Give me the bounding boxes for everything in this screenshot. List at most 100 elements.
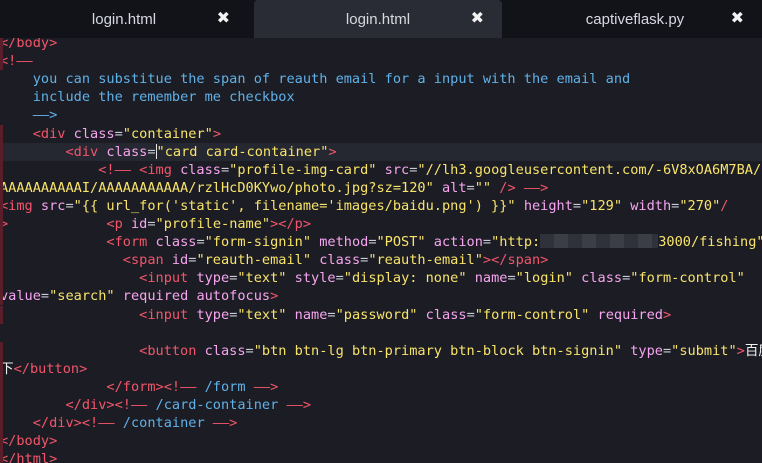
code-token: include the remember me checkbox bbox=[32, 89, 295, 106]
code-token: src bbox=[384, 161, 410, 178]
tab-1[interactable]: login.html ✖ bbox=[0, 0, 248, 38]
code-token: class bbox=[155, 234, 197, 251]
code-token: class bbox=[180, 161, 221, 178]
gutter-marker bbox=[0, 287, 3, 306]
tab-2[interactable]: login.html ✖ bbox=[254, 0, 502, 38]
gutter-marker bbox=[0, 450, 3, 463]
tab-label: captiveflask.py bbox=[585, 10, 685, 28]
code-token: "129" bbox=[581, 197, 631, 214]
gutter-marker bbox=[0, 196, 3, 215]
code-line[interactable]: <!—— bbox=[0, 52, 762, 71]
code-token: <div bbox=[65, 143, 107, 160]
code-line[interactable]: > <p id="profile-name"></p> bbox=[0, 215, 762, 233]
code-token: "profile-name" bbox=[155, 216, 271, 232]
code-line[interactable]: <!—— <img class="profile-img-card" src="… bbox=[0, 160, 762, 179]
code-token: action bbox=[433, 234, 483, 251]
tab-label: login.html bbox=[345, 10, 411, 28]
code-token: "reauth-email" bbox=[368, 252, 483, 269]
code-line[interactable]: 下</button> bbox=[0, 359, 762, 378]
code-line[interactable]: <input type="text" name="password" class… bbox=[0, 305, 762, 324]
code-line[interactable]: you can substitue the span of reauth ema… bbox=[0, 70, 762, 88]
code-line[interactable]: </body> bbox=[0, 432, 762, 451]
code-line[interactable]: </div><!—— /card-container ——> bbox=[0, 396, 762, 414]
gutter-marker bbox=[0, 124, 3, 143]
code-line[interactable]: <span id="reauth-email" class="reauth-em… bbox=[0, 251, 762, 270]
code-token: id bbox=[130, 216, 148, 232]
code-token: <p bbox=[106, 216, 131, 232]
code-token: value bbox=[0, 288, 41, 305]
code-token: "form-control" bbox=[474, 306, 598, 323]
code-token: ——> bbox=[245, 378, 279, 395]
code-token: = bbox=[114, 125, 123, 142]
code-token: > bbox=[736, 342, 745, 359]
gutter-marker bbox=[0, 38, 3, 52]
code-token: class bbox=[319, 252, 361, 269]
gutter-marker bbox=[0, 52, 3, 71]
code-line[interactable]: </html> bbox=[0, 450, 762, 463]
code-token: = bbox=[327, 306, 336, 323]
code-token: class bbox=[204, 342, 246, 359]
code-token: method bbox=[319, 234, 369, 251]
gutter-marker bbox=[0, 215, 3, 233]
code-token: src bbox=[40, 197, 66, 214]
code-token: "form-control" bbox=[630, 270, 745, 287]
gutter-marker bbox=[0, 269, 3, 288]
code-token: = bbox=[662, 342, 672, 359]
code-token: required bbox=[597, 306, 663, 323]
code-token: <!—— bbox=[114, 397, 156, 413]
code-token: = bbox=[220, 161, 230, 178]
close-icon[interactable]: ✖ bbox=[217, 10, 230, 26]
code-token: name bbox=[294, 306, 328, 323]
tab-3[interactable]: captiveflask.py ✖ bbox=[508, 0, 762, 38]
code-token: "profile-img-card" bbox=[229, 161, 385, 178]
close-icon[interactable]: ✖ bbox=[731, 10, 744, 26]
code-token: type bbox=[196, 270, 230, 287]
code-token: height bbox=[523, 197, 573, 214]
code-line[interactable]: <div class="container"> bbox=[0, 124, 762, 143]
current-code-line[interactable]: <div class="card card-container"> bbox=[0, 142, 762, 161]
code-line[interactable]: <form class="form-signin" method="POST" … bbox=[0, 233, 762, 252]
code-token: ——> bbox=[278, 397, 312, 413]
code-line[interactable]: ——> bbox=[0, 106, 762, 124]
code-token: "POST" bbox=[376, 234, 434, 251]
code-token: / bbox=[720, 197, 729, 214]
code-token: "search" bbox=[49, 288, 123, 305]
code-token: > bbox=[270, 288, 279, 305]
code-line[interactable]: include the remember me checkbox bbox=[0, 88, 762, 106]
code-token: = bbox=[466, 306, 475, 323]
code-line[interactable]: <img src="{{ url_for('static', filename=… bbox=[0, 196, 762, 215]
code-line[interactable]: <input type="text" style="display: none"… bbox=[0, 269, 762, 288]
code-line[interactable] bbox=[0, 324, 762, 342]
code-token: ——> bbox=[32, 107, 58, 124]
gutter-marker bbox=[0, 178, 3, 197]
code-line[interactable]: AAAAAAAAAAI/AAAAAAAAAAA/rzlHcD0KYwo/phot… bbox=[0, 178, 762, 197]
code-token: class bbox=[581, 270, 623, 287]
code-editor[interactable]: </body> <!—— you can substitue the span o… bbox=[0, 38, 762, 463]
code-line[interactable]: value="search" required autofocus> bbox=[0, 287, 762, 306]
code-token: /container bbox=[122, 415, 205, 432]
code-token: </form> bbox=[106, 378, 164, 395]
code-token: = bbox=[368, 234, 377, 251]
gutter-marker bbox=[0, 377, 3, 396]
code-token: <input bbox=[139, 306, 197, 323]
close-icon[interactable]: ✖ bbox=[471, 10, 484, 26]
code-token: = bbox=[65, 197, 74, 214]
code-token: class bbox=[106, 143, 148, 160]
code-token: ——> bbox=[204, 415, 238, 432]
code-token: <div bbox=[32, 125, 74, 142]
gutter-marker bbox=[0, 305, 3, 324]
code-line[interactable]: <button class="btn btn-lg btn-primary bt… bbox=[0, 341, 762, 360]
code-line[interactable]: </div><!—— /container ——> bbox=[0, 414, 762, 433]
gutter-marker bbox=[0, 414, 3, 433]
code-line[interactable]: </body> bbox=[0, 38, 762, 52]
code-token: class bbox=[73, 125, 115, 142]
code-token: </html> bbox=[0, 451, 58, 463]
code-token: "login" bbox=[515, 270, 582, 287]
code-token: > bbox=[663, 306, 672, 323]
code-line[interactable]: </form><!—— /form ——> bbox=[0, 377, 762, 396]
